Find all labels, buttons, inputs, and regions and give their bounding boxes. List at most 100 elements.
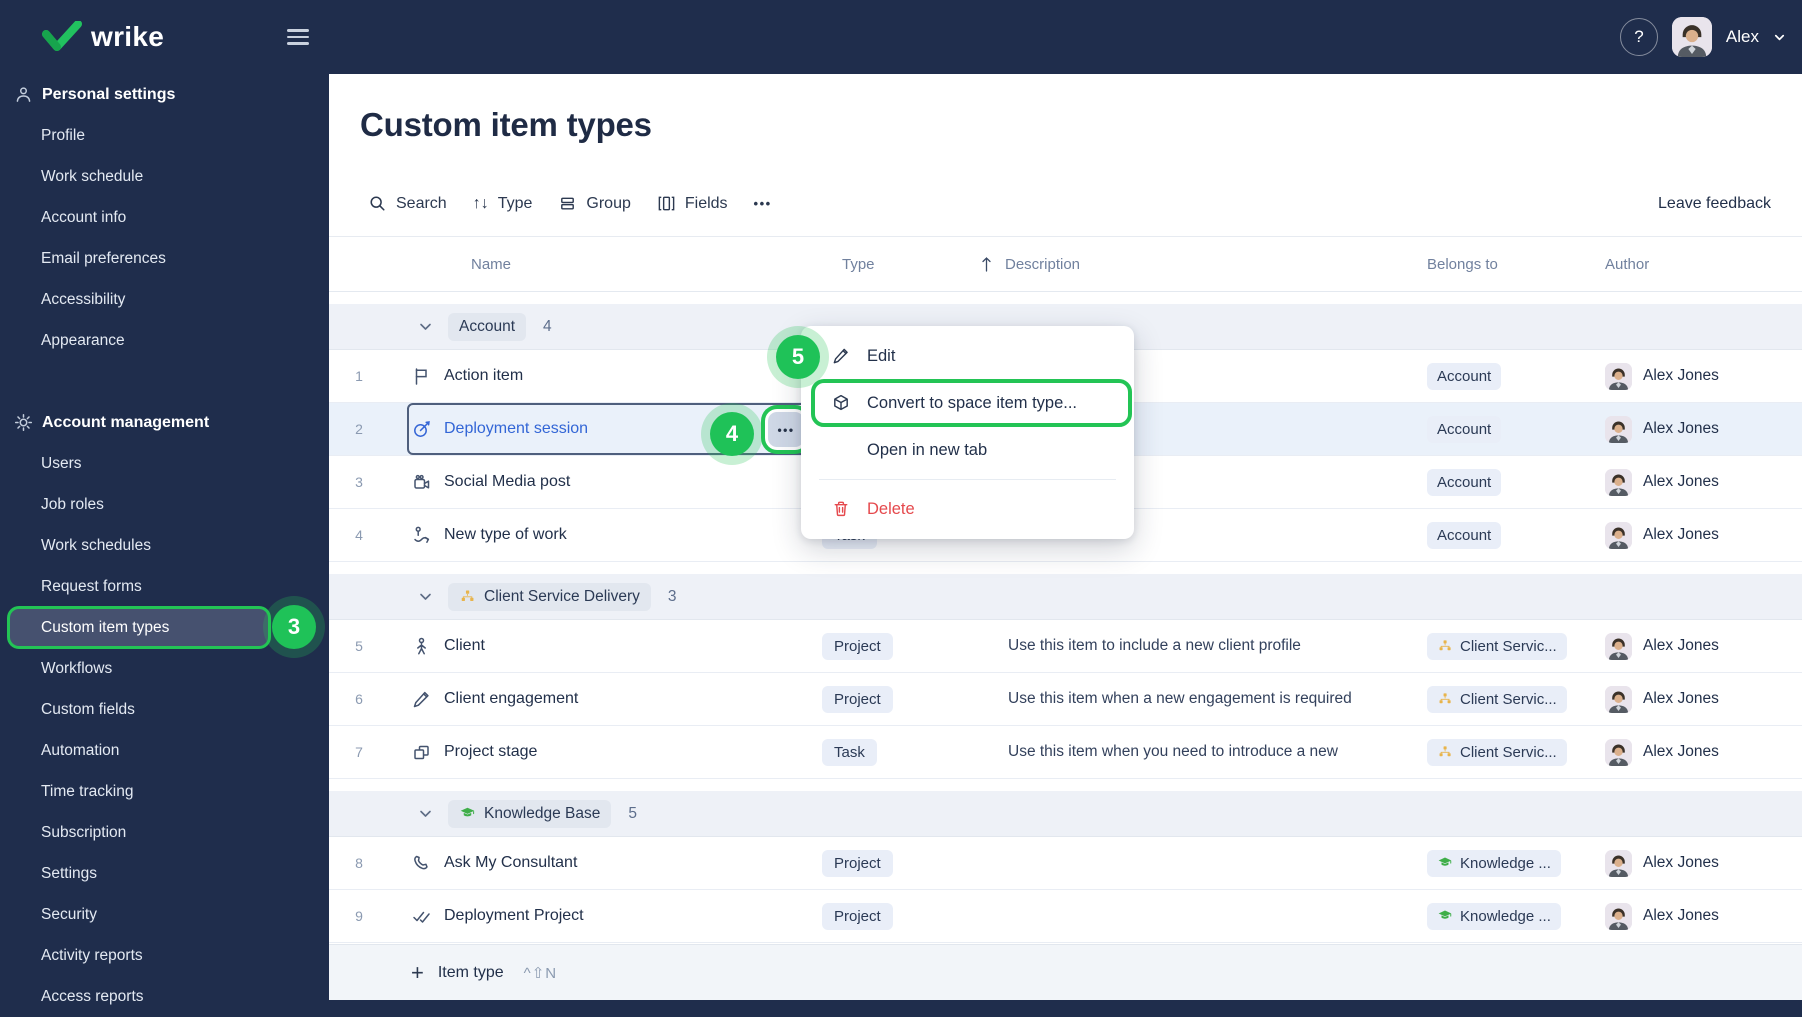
person-icon — [16, 87, 31, 102]
wrike-app: wrike ? Alex Personal settings Profile W… — [0, 0, 1802, 1005]
org-chart-icon — [1439, 693, 1451, 704]
toolbar-more-button[interactable]: ••• — [754, 196, 772, 211]
sidebar-item-job-roles[interactable]: Job roles — [0, 484, 329, 525]
type-sort-button[interactable]: ↑↓ Type — [473, 195, 533, 213]
sidebar-item-custom-fields[interactable]: Custom fields — [0, 689, 329, 730]
author-avatar — [1605, 902, 1632, 930]
column-header-description[interactable]: Description — [980, 255, 1427, 274]
group-row-knowledge-base[interactable]: Knowledge Base 5 — [329, 791, 1802, 837]
sidebar-item-custom-item-types[interactable]: Custom item types 3 — [0, 605, 329, 649]
table-row-deployment-project[interactable]: 9 Deployment Project Project Knowledge .… — [329, 890, 1802, 943]
sidebar-item-work-schedules[interactable]: Work schedules — [0, 525, 329, 566]
chevron-down-icon[interactable] — [417, 805, 434, 822]
belongs-to-badge: Client Servic... — [1427, 685, 1567, 713]
menu-item-delete[interactable]: Delete — [801, 488, 1134, 530]
keyboard-shortcut: ^⇧N — [523, 964, 558, 982]
row-context-menu: Edit Convert to space item type... Open … — [801, 326, 1134, 539]
chevron-down-icon[interactable] — [1773, 31, 1786, 44]
sidebar-item-request-forms[interactable]: Request forms — [0, 566, 329, 607]
author-name: Alex Jones — [1643, 420, 1719, 437]
fields-icon — [658, 196, 675, 211]
sidebar-item-access-reports[interactable]: Access reports — [0, 976, 329, 1017]
belongs-to-badge: Account — [1427, 521, 1502, 549]
help-icon[interactable]: ? — [1619, 18, 1658, 56]
table-row-project-stage[interactable]: 7 Project stage Task Use this item when … — [329, 726, 1802, 779]
sidebar-item-account-info[interactable]: Account info — [0, 197, 329, 238]
wrike-logo: wrike — [42, 21, 164, 53]
table-row-client-engagement[interactable]: 6 Client engagement Project Use this ite… — [329, 673, 1802, 726]
row-more-button[interactable]: ••• — [768, 412, 804, 447]
menu-divider — [819, 479, 1116, 480]
chevron-down-icon[interactable] — [417, 588, 434, 605]
sidebar-item-workflows[interactable]: Workflows — [0, 648, 329, 689]
sidebar-item-work-schedule[interactable]: Work schedule — [0, 156, 329, 197]
type-badge: Task — [822, 738, 877, 766]
gear-icon — [14, 413, 33, 432]
sidebar-item-accessibility[interactable]: Accessibility — [0, 279, 329, 320]
page-title: Custom item types — [360, 106, 652, 143]
author-avatar — [1605, 632, 1632, 660]
annotation-highlight-convert: Convert to space item type... — [811, 379, 1132, 427]
person-icon — [417, 637, 426, 654]
author-name: Alex Jones — [1643, 526, 1719, 543]
menu-item-convert-to-space-item-type[interactable]: Convert to space item type... — [815, 383, 1128, 423]
avatar[interactable] — [1671, 17, 1712, 57]
author-name: Alex Jones — [1643, 743, 1719, 760]
belongs-to-badge: Account — [1427, 362, 1502, 390]
graduation-cap-icon — [460, 807, 475, 817]
table-row-ask-my-consultant[interactable]: 8 Ask My Consultant Project Knowledge ..… — [329, 837, 1802, 890]
author-avatar — [1605, 415, 1632, 443]
video-camera-icon — [414, 474, 430, 489]
sidebar-item-profile[interactable]: Profile — [0, 115, 329, 156]
pencil-icon — [413, 691, 429, 707]
search-icon — [370, 196, 385, 211]
belongs-to-badge: Client Servic... — [1427, 738, 1567, 766]
active-item-highlight[interactable]: Custom item types — [10, 609, 268, 646]
group-badge: Knowledge Base — [448, 799, 612, 828]
author-avatar — [1605, 468, 1632, 496]
sidebar-item-subscription[interactable]: Subscription — [0, 812, 329, 853]
sidebar-item-automation[interactable]: Automation — [0, 730, 329, 771]
sidebar-item-settings[interactable]: Settings — [0, 853, 329, 894]
topbar-right: ? Alex — [1619, 0, 1786, 74]
menu-item-open-in-new-tab[interactable]: Open in new tab — [801, 429, 1134, 471]
topbar: wrike ? Alex — [0, 0, 1802, 74]
stages-icon — [414, 745, 429, 759]
belongs-to-badge: Account — [1427, 415, 1502, 443]
sidebar-item-appearance[interactable]: Appearance — [0, 320, 329, 361]
menu-item-edit[interactable]: Edit — [801, 335, 1134, 377]
dart-icon — [414, 420, 430, 437]
group-row-client-service-delivery[interactable]: Client Service Delivery 3 — [329, 574, 1802, 620]
graduation-cap-icon — [1438, 910, 1452, 919]
hamburger-menu-button[interactable] — [287, 26, 309, 48]
sidebar-section-personal-settings: Personal settings — [0, 74, 329, 115]
author-name: Alex Jones — [1643, 854, 1719, 871]
column-header-type[interactable]: Type — [822, 256, 980, 273]
column-header-author[interactable]: Author — [1605, 256, 1802, 273]
author-avatar — [1605, 521, 1632, 549]
sidebar-item-time-tracking[interactable]: Time tracking — [0, 771, 329, 812]
author-name: Alex Jones — [1643, 637, 1719, 654]
belongs-to-badge: Knowledge ... — [1427, 849, 1561, 877]
sidebar-item-activity-reports[interactable]: Activity reports — [0, 935, 329, 976]
chevron-down-icon[interactable] — [417, 318, 434, 335]
brand-wordmark: wrike — [91, 21, 165, 52]
column-header-belongs-to[interactable]: Belongs to — [1427, 256, 1605, 273]
trash-icon — [834, 501, 848, 517]
search-button[interactable]: Search — [368, 194, 447, 213]
leave-feedback-link[interactable]: Leave feedback — [1658, 195, 1771, 213]
table-row-client[interactable]: 5 Client Project Use this item to includ… — [329, 620, 1802, 673]
fields-button[interactable]: Fields — [657, 194, 728, 213]
author-name: Alex Jones — [1643, 367, 1719, 384]
add-item-type-button[interactable]: + Item type ^⇧N — [329, 944, 1802, 1000]
user-name[interactable]: Alex — [1726, 27, 1759, 47]
group-badge: Account — [448, 312, 527, 341]
type-badge: Project — [822, 632, 893, 660]
sort-ascending-icon — [982, 256, 991, 272]
column-header-name[interactable]: Name — [389, 256, 822, 273]
graduation-cap-icon — [1438, 857, 1452, 866]
group-button[interactable]: Group — [558, 194, 631, 213]
sidebar-item-users[interactable]: Users — [0, 443, 329, 484]
sidebar-item-email-preferences[interactable]: Email preferences — [0, 238, 329, 279]
sidebar-item-security[interactable]: Security — [0, 894, 329, 935]
